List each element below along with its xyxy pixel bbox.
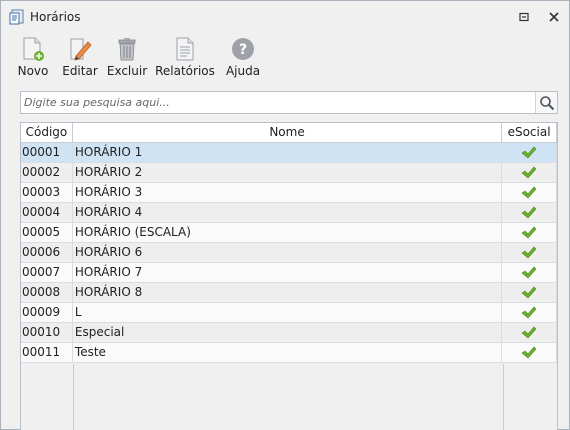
check-icon: [521, 306, 537, 318]
table-row[interactable]: 00007 HORÁRIO 7: [21, 263, 557, 283]
cell-codigo: 00002: [21, 163, 73, 182]
table-row[interactable]: 00002 HORÁRIO 2: [21, 163, 557, 183]
trash-icon: [118, 38, 136, 61]
relatorios-button[interactable]: Relatórios: [155, 35, 215, 78]
cell-nome: HORÁRIO 7: [73, 263, 503, 282]
editar-label: Editar: [62, 64, 98, 78]
check-icon: [521, 146, 537, 158]
cell-nome: HORÁRIO 6: [73, 243, 503, 262]
cell-esocial: [502, 203, 557, 222]
restore-icon[interactable]: [517, 10, 531, 24]
cell-codigo: 00006: [21, 243, 73, 262]
horarios-grid: Código Nome eSocial 00001 HORÁRIO 1 00002 H…: [20, 122, 558, 430]
check-icon: [521, 326, 537, 338]
edit-pencil-icon: [70, 38, 92, 61]
grid-body: 00001 HORÁRIO 1 00002 HORÁRIO 2 00003 HORÁRIO…: [21, 143, 557, 363]
table-row[interactable]: 00008 HORÁRIO 8: [21, 283, 557, 303]
cell-codigo: 00001: [21, 143, 73, 162]
table-row[interactable]: 00005 HORÁRIO (ESCALA): [21, 223, 557, 243]
cell-esocial: [502, 163, 557, 182]
table-row[interactable]: 00006 HORÁRIO 6: [21, 243, 557, 263]
excluir-button[interactable]: Excluir: [106, 35, 148, 78]
cell-esocial: [502, 283, 557, 302]
relatorios-label: Relatórios: [155, 64, 215, 78]
novo-button[interactable]: Novo: [17, 35, 49, 78]
check-icon: [521, 246, 537, 258]
ajuda-button[interactable]: ? Ajuda: [224, 35, 262, 78]
check-icon: [521, 166, 537, 178]
table-row[interactable]: 00004 HORÁRIO 4: [21, 203, 557, 223]
cell-nome: Especial: [73, 323, 503, 342]
cell-esocial: [502, 183, 557, 202]
cell-esocial: [502, 323, 557, 342]
check-icon: [521, 286, 537, 298]
editar-button[interactable]: Editar: [62, 35, 98, 78]
grid-empty-area: [21, 364, 557, 430]
cell-nome: L: [73, 303, 503, 322]
cell-esocial: [502, 263, 557, 282]
column-header-nome[interactable]: Nome: [73, 123, 503, 143]
cell-nome: HORÁRIO (ESCALA): [73, 223, 503, 242]
cell-codigo: 00005: [21, 223, 73, 242]
check-icon: [521, 206, 537, 218]
svg-text:?: ?: [239, 42, 247, 58]
window-title: Horários: [30, 10, 81, 24]
cell-codigo: 00011: [21, 343, 73, 362]
cell-esocial: [502, 143, 557, 162]
search-button[interactable]: [535, 92, 557, 113]
check-icon: [521, 186, 537, 198]
search-box: [20, 91, 558, 114]
help-icon: ?: [232, 38, 254, 60]
cell-nome: Teste: [73, 343, 503, 362]
cell-codigo: 00010: [21, 323, 73, 342]
novo-label: Novo: [17, 64, 49, 78]
cell-codigo: 00008: [21, 283, 73, 302]
cell-nome: HORÁRIO 4: [73, 203, 503, 222]
cell-nome: HORÁRIO 3: [73, 183, 503, 202]
cell-codigo: 00009: [21, 303, 73, 322]
table-row[interactable]: 00003 HORÁRIO 3: [21, 183, 557, 203]
grid-header: Código Nome eSocial: [21, 123, 557, 143]
report-document-icon: [176, 37, 194, 61]
check-icon: [521, 266, 537, 278]
table-row[interactable]: 00011 Teste: [21, 343, 557, 363]
cell-codigo: 00007: [21, 263, 73, 282]
column-header-esocial[interactable]: eSocial: [502, 123, 557, 143]
close-icon[interactable]: [547, 10, 561, 24]
cell-nome: HORÁRIO 2: [73, 163, 503, 182]
toolbar: Novo Editar Excluir Relatórios ? Ajuda: [11, 35, 559, 81]
table-row[interactable]: 00009 L: [21, 303, 557, 323]
cell-nome: HORÁRIO 8: [73, 283, 503, 302]
cell-esocial: [502, 303, 557, 322]
column-header-codigo[interactable]: Código: [21, 123, 73, 143]
table-row[interactable]: 00010 Especial: [21, 323, 557, 343]
search-input[interactable]: [21, 92, 535, 113]
schedule-app-icon: [9, 9, 24, 25]
ajuda-label: Ajuda: [225, 64, 261, 78]
check-icon: [521, 346, 537, 358]
horarios-window: Horários Novo Editar Excluir Relatórios …: [0, 0, 570, 430]
cell-codigo: 00004: [21, 203, 73, 222]
check-icon: [521, 226, 537, 238]
table-row[interactable]: 00001 HORÁRIO 1: [21, 143, 557, 163]
search-icon: [539, 95, 554, 110]
excluir-label: Excluir: [106, 64, 148, 78]
cell-esocial: [502, 223, 557, 242]
cell-nome: HORÁRIO 1: [73, 143, 503, 162]
title-bar: Horários: [1, 1, 569, 34]
cell-esocial: [502, 243, 557, 262]
new-document-icon: [23, 37, 44, 61]
cell-esocial: [502, 343, 557, 362]
cell-codigo: 00003: [21, 183, 73, 202]
